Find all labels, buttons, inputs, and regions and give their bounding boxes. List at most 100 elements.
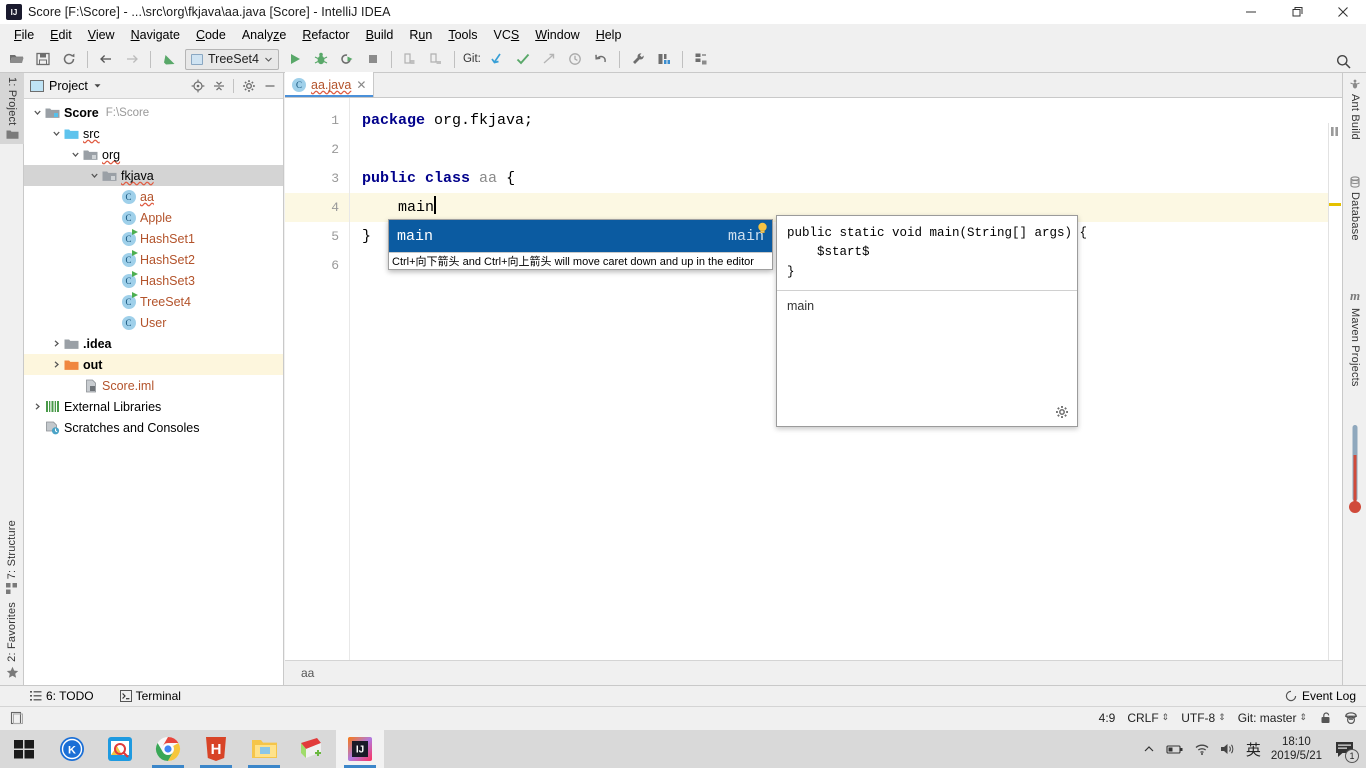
search-everywhere-icon[interactable] (1331, 50, 1355, 73)
tree-node-scratches-and-consoles[interactable]: Scratches and Consoles (24, 417, 283, 438)
unlocked-icon[interactable] (1319, 711, 1332, 724)
run-icon[interactable] (283, 48, 307, 71)
line-number[interactable]: 1 (285, 106, 349, 135)
line-number[interactable]: 4 (285, 193, 349, 222)
menu-analyze[interactable]: Analyze (234, 26, 294, 44)
tree-node-hashset2[interactable]: C HashSet2 (24, 249, 283, 270)
clock[interactable]: 18:10 2019/5/21 (1271, 735, 1322, 764)
gear-icon[interactable] (1055, 405, 1069, 419)
chevron-down-icon[interactable] (30, 108, 44, 117)
explorer-button[interactable] (240, 730, 288, 768)
documentation-popup[interactable]: public static void main(String[] args) {… (776, 215, 1087, 427)
ime-indicator[interactable]: 英 (1246, 739, 1261, 760)
tree-node-external-libraries[interactable]: External Libraries (24, 396, 283, 417)
structure-icon[interactable] (652, 48, 676, 71)
forward-arrow-icon[interactable] (120, 48, 144, 71)
tool-window-todo[interactable]: 6: TODO (22, 689, 102, 703)
menu-navigate[interactable]: Navigate (123, 26, 188, 44)
inspection-hector-icon[interactable] (1344, 711, 1358, 725)
encoding-selector[interactable]: UTF-8 ⇕ (1181, 711, 1226, 725)
menu-edit[interactable]: Edit (42, 26, 80, 44)
line-number[interactable]: 6 (285, 251, 349, 280)
collapse-all-icon[interactable] (209, 76, 228, 95)
menu-help[interactable]: Help (588, 26, 630, 44)
undo-icon[interactable] (589, 48, 613, 71)
event-log-button[interactable]: Event Log (1285, 689, 1366, 703)
sidebar-item-structure[interactable]: 7: Structure (0, 516, 24, 599)
build-module-icon[interactable] (424, 48, 448, 71)
code-line[interactable] (350, 135, 1342, 164)
tree-node-score[interactable]: Score F:\Score (24, 102, 283, 123)
line-number[interactable]: 5 (285, 222, 349, 251)
tree-node-src[interactable]: src (24, 123, 283, 144)
chevron-right-icon[interactable] (49, 360, 63, 369)
line-number[interactable]: 3 (285, 164, 349, 193)
sync-icon[interactable] (57, 48, 81, 71)
sidebar-item-project[interactable]: 1: Project (0, 73, 24, 145)
battery-icon[interactable] (1166, 742, 1184, 756)
chevron-up-icon[interactable] (1142, 742, 1156, 756)
completion-item-main[interactable]: main main (389, 220, 772, 252)
search-button[interactable] (96, 730, 144, 768)
compile-icon[interactable] (157, 48, 181, 71)
notepadpp-button[interactable] (288, 730, 336, 768)
tree-node-apple[interactable]: C Apple (24, 207, 283, 228)
wifi-icon[interactable] (1194, 742, 1210, 756)
start-button[interactable] (0, 730, 48, 768)
push-icon[interactable] (537, 48, 561, 71)
menu-window[interactable]: Window (527, 26, 587, 44)
close-button[interactable] (1320, 0, 1366, 24)
restore-button[interactable] (1274, 0, 1320, 24)
tree-node-hashset1[interactable]: C HashSet1 (24, 228, 283, 249)
line-separator-selector[interactable]: CRLF ⇕ (1127, 711, 1169, 725)
sidebar-item-maven-projects[interactable]: m Maven Projects (1343, 285, 1366, 391)
back-arrow-icon[interactable] (94, 48, 118, 71)
tree-node-user[interactable]: C User (24, 312, 283, 333)
tree-node-hashset3[interactable]: C HashSet3 (24, 270, 283, 291)
save-all-icon[interactable] (31, 48, 55, 71)
build-project-icon[interactable] (398, 48, 422, 71)
commit-icon[interactable] (511, 48, 535, 71)
menu-tools[interactable]: Tools (440, 26, 485, 44)
code-line[interactable]: public class aa { (350, 164, 1342, 193)
stop-icon[interactable] (361, 48, 385, 71)
caret-position[interactable]: 4:9 (1099, 711, 1116, 725)
chevron-down-icon[interactable] (87, 171, 101, 180)
minimize-button[interactable] (1228, 0, 1274, 24)
editor-layout-button[interactable] (0, 711, 24, 725)
tree-node-aa[interactable]: Caa (24, 186, 283, 207)
sdk-icon[interactable] (689, 48, 713, 71)
chrome-button[interactable] (144, 730, 192, 768)
chevron-right-icon[interactable] (49, 339, 63, 348)
menu-code[interactable]: Code (188, 26, 234, 44)
tree-node-score-iml[interactable]: Score.iml (24, 375, 283, 396)
run-coverage-icon[interactable] (335, 48, 359, 71)
intellij-button[interactable]: IJ (336, 730, 384, 768)
run-configuration-selector[interactable]: TreeSet4 (185, 48, 279, 70)
gear-icon[interactable] (239, 76, 258, 95)
tree-node--idea[interactable]: .idea (24, 333, 283, 354)
code-completion-popup[interactable]: main main Ctrl+向下箭头 and Ctrl+向上箭头 will m… (388, 219, 773, 270)
tree-node-org[interactable]: org (24, 144, 283, 165)
editor-marker-rail[interactable] (1328, 123, 1342, 685)
tree-node-out[interactable]: out (24, 354, 283, 375)
volume-icon[interactable] (1220, 742, 1236, 756)
breadcrumb[interactable]: aa (285, 660, 1342, 685)
sidebar-item-favorites[interactable]: 2: Favorites (0, 598, 24, 683)
update-project-icon[interactable] (485, 48, 509, 71)
warning-marker[interactable] (1329, 203, 1341, 206)
debug-icon[interactable] (309, 48, 333, 71)
chevron-down-icon[interactable] (93, 81, 102, 90)
menu-run[interactable]: Run (401, 26, 440, 44)
menu-build[interactable]: Build (358, 26, 402, 44)
menu-refactor[interactable]: Refactor (294, 26, 357, 44)
tool-window-terminal[interactable]: Terminal (112, 689, 189, 703)
lightbulb-icon[interactable] (756, 222, 768, 234)
chevron-down-icon[interactable] (49, 129, 63, 138)
tree-node-treeset4[interactable]: C TreeSet4 (24, 291, 283, 312)
open-folder-icon[interactable] (5, 48, 29, 71)
menu-view[interactable]: View (80, 26, 123, 44)
locate-icon[interactable] (188, 76, 207, 95)
hide-icon[interactable] (260, 76, 279, 95)
menu-file[interactable]: File (6, 26, 42, 44)
